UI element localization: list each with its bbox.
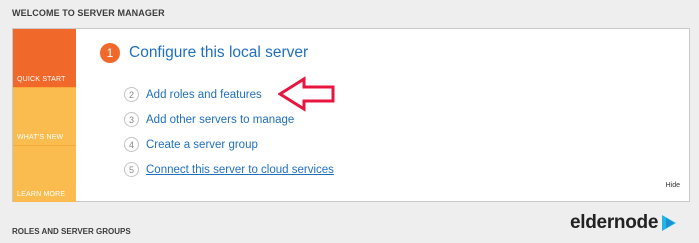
configure-local-server-link[interactable]: Configure this local server — [129, 44, 308, 62]
task-add-servers[interactable]: 3 Add other servers to manage — [124, 112, 294, 127]
sidebar-item-learn-more[interactable]: LEARN MORE — [13, 145, 76, 202]
welcome-header: WELCOME TO SERVER MANAGER — [12, 8, 165, 18]
configure-local-server-step[interactable]: 1 Configure this local server — [100, 43, 308, 63]
pointer-arrow-icon — [278, 76, 335, 112]
task-cloud-connect[interactable]: 5 Connect this server to cloud services — [124, 162, 334, 177]
add-servers-link[interactable]: Add other servers to manage — [146, 114, 294, 126]
add-roles-features-link[interactable]: Add roles and features — [146, 89, 262, 101]
task-number: 4 — [124, 137, 139, 152]
task-number: 5 — [124, 162, 139, 177]
step-number-badge: 1 — [100, 43, 120, 63]
welcome-sidebar: QUICK START WHAT'S NEW LEARN MORE — [13, 29, 76, 202]
sidebar-item-quick-start[interactable]: QUICK START — [13, 29, 76, 87]
task-add-roles[interactable]: 2 Add roles and features — [124, 87, 262, 102]
task-number: 2 — [124, 87, 139, 102]
hide-link[interactable]: Hide — [666, 182, 680, 189]
create-server-group-link[interactable]: Create a server group — [146, 139, 258, 151]
task-number: 3 — [124, 112, 139, 127]
roles-groups-header: ROLES AND SERVER GROUPS — [12, 227, 131, 236]
welcome-panel: QUICK START WHAT'S NEW LEARN MORE 1 Conf… — [12, 28, 690, 202]
play-logo-icon — [662, 215, 677, 231]
watermark-text: eldernode — [570, 212, 659, 233]
eldernode-watermark: eldernode — [570, 212, 680, 234]
task-create-group[interactable]: 4 Create a server group — [124, 137, 258, 152]
connect-cloud-link[interactable]: Connect this server to cloud services — [146, 164, 334, 176]
sidebar-item-whats-new[interactable]: WHAT'S NEW — [13, 87, 76, 145]
